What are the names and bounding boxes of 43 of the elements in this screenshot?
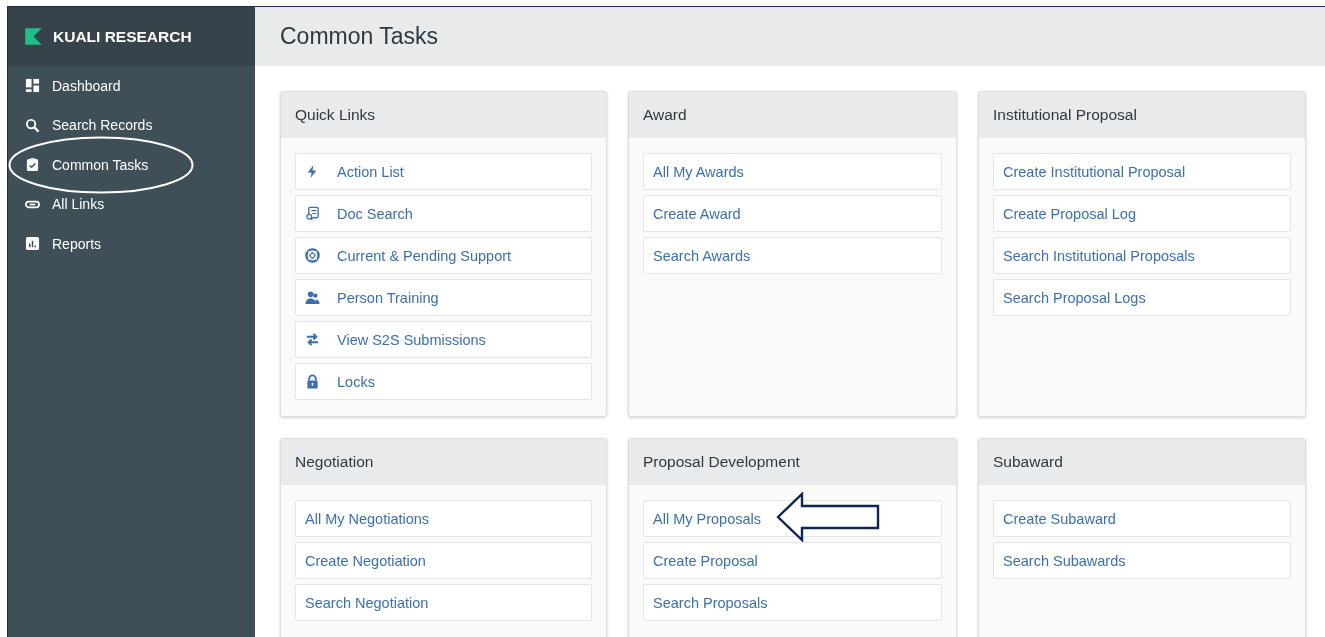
sidebar-item[interactable]: Search Records [8,105,255,145]
chart-icon [25,236,40,252]
task-link[interactable]: Create Institutional Proposal [993,153,1291,190]
swap-arrows-icon [305,332,320,347]
document-search-icon [305,206,320,221]
dashboard-icon [25,78,40,94]
life-ring-icon [305,248,320,263]
task-link[interactable]: Create Proposal Log [993,195,1291,232]
task-link[interactable]: Create Award [643,195,942,232]
task-link[interactable]: Current & Pending Support [295,237,592,274]
card-title: Award [643,106,687,124]
sidebar-item[interactable]: All Links [8,184,255,224]
task-link[interactable]: Search Proposals [643,584,942,621]
lock-icon [305,374,320,389]
task-link[interactable]: Search Subawards [993,542,1291,579]
card-title: Subaward [993,453,1063,471]
clipboard-check-icon [25,157,40,173]
task-link[interactable]: Search Negotiation [295,584,592,621]
task-link[interactable]: Doc Search [295,195,592,232]
task-link[interactable]: Search Institutional Proposals [993,237,1291,274]
task-link[interactable]: Search Awards [643,237,942,274]
task-link[interactable]: Create Proposal [643,542,942,579]
sidebar-item[interactable]: Reports [8,224,255,264]
card-title: Proposal Development [643,453,800,471]
card-title: Negotiation [295,453,374,471]
brand-name: KUALI RESEARCH [53,27,192,46]
people-icon [305,290,320,305]
task-link[interactable]: Create Negotiation [295,542,592,579]
sidebar-item[interactable]: Dashboard [8,66,255,106]
card-title: Quick Links [295,106,376,124]
task-link[interactable]: All My Awards [643,153,942,190]
card-title: Institutional Proposal [993,106,1137,124]
task-link[interactable]: View S2S Submissions [295,321,592,358]
search-icon [25,117,40,133]
task-link[interactable]: Action List [295,153,592,190]
task-link[interactable]: Locks [295,363,592,400]
logo-icon [24,27,43,46]
task-link[interactable]: Person Training [295,279,592,316]
task-link[interactable]: Create Subaward [993,500,1291,537]
page-title: Common Tasks [280,23,439,50]
sidebar-item[interactable]: Common Tasks [8,145,255,185]
task-link[interactable]: All My Negotiations [295,500,592,537]
task-link[interactable]: Search Proposal Logs [993,279,1291,316]
